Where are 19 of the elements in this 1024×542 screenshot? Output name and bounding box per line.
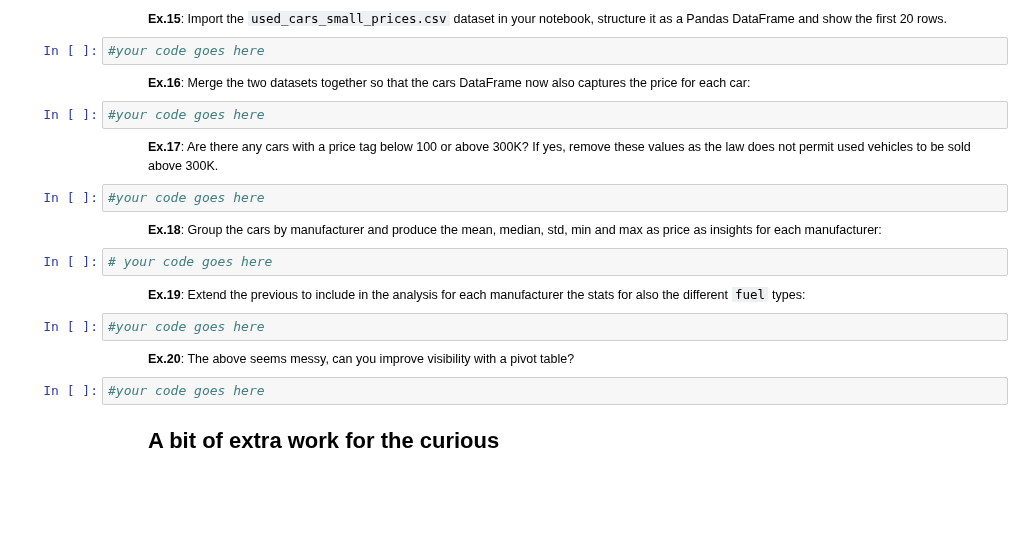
code-input-field[interactable]: #your code goes here: [102, 184, 1008, 212]
code-input-field[interactable]: #your code goes here: [102, 37, 1008, 65]
input-prompt: In [ ]:: [42, 318, 99, 336]
input-prompt: In [ ]:: [42, 106, 99, 124]
exercise-text: Ex.20: The above seems messy, can you improve visibility with a pivot table?: [148, 351, 576, 368]
exercise-text: Ex.17: Are there any cars with a price tag below 100 or above 300K? If yes, remove these values as the law does not permit used vehicles to be sold above 300K.: [148, 139, 972, 175]
input-prompt: In [ ]:: [42, 253, 99, 271]
input-prompt: In [ ]:: [42, 42, 99, 60]
code-input-field[interactable]: # your code goes here: [102, 248, 1008, 276]
input-prompt: In [ ]:: [42, 382, 99, 400]
code-input-field[interactable]: #your code goes here: [102, 101, 1008, 129]
exercise-text: Ex.15: Import the used_cars_small_prices.csv dataset in your notebook, structure it as a Pandas DataFrame and show the first 20 rows.: [148, 10, 948, 28]
input-prompt: In [ ]:: [42, 189, 99, 207]
exercise-text: Ex.18: Group the cars by manufacturer and produce the mean, median, std, min and max as price as insights for each manufacturer:: [148, 222, 883, 239]
code-input-field[interactable]: #your code goes here: [102, 313, 1008, 341]
exercise-text: Ex.16: Merge the two datasets together so that the cars DataFrame now also captures the price for each car:: [148, 75, 752, 92]
section-heading: A bit of extra work for the curious: [148, 428, 501, 454]
code-input-field[interactable]: #your code goes here: [102, 377, 1008, 405]
exercise-text: Ex.19: Extend the previous to include in the analysis for each manufacturer the stats for also the different fuel types:: [148, 286, 807, 304]
